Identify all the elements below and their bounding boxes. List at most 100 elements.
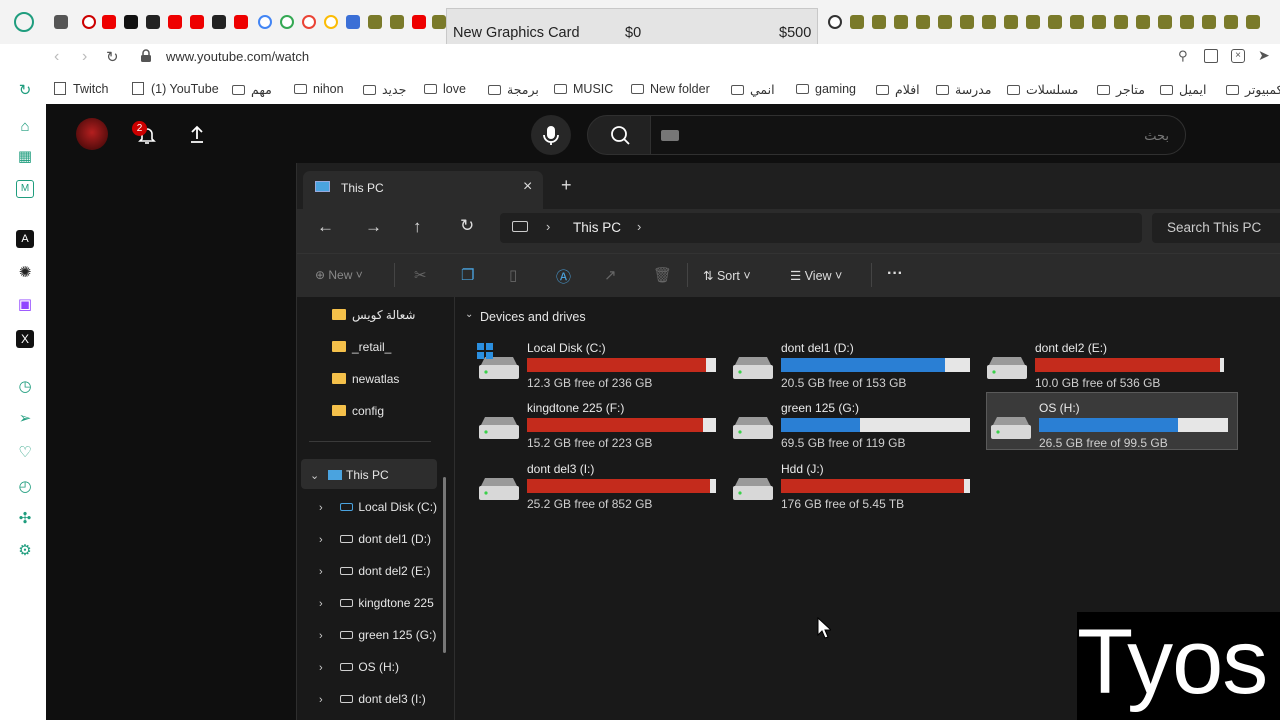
nav-drive[interactable]: › dont del2 (E:) bbox=[319, 564, 430, 578]
bookmark-folder[interactable]: افلام bbox=[876, 82, 920, 97]
tab-favicon-epic[interactable] bbox=[146, 15, 160, 29]
new-tab-icon[interactable]: + bbox=[561, 175, 572, 196]
delete-icon[interactable]: 🗑 bbox=[653, 266, 672, 284]
bookmark-twitch[interactable]: Twitch bbox=[54, 82, 108, 96]
bookmark-folder[interactable]: love bbox=[424, 82, 466, 96]
tab-favicon-r[interactable] bbox=[346, 15, 360, 29]
tab-favicon-google[interactable] bbox=[280, 15, 294, 29]
bookmark-folder[interactable]: ايميل bbox=[1160, 82, 1206, 97]
chevron-right-icon[interactable]: › bbox=[319, 502, 327, 514]
tab-favicon-youtube[interactable] bbox=[234, 15, 248, 29]
back-arrow-icon[interactable]: ← bbox=[317, 217, 334, 237]
nav-folder[interactable]: _retail_ bbox=[332, 340, 391, 354]
forward-icon[interactable]: › bbox=[82, 48, 87, 66]
tab-favicon-video[interactable] bbox=[894, 15, 908, 29]
chatgpt-icon[interactable]: ✺ bbox=[16, 264, 34, 282]
tab-favicon-video[interactable] bbox=[368, 15, 382, 29]
address-breadcrumb[interactable]: › This PC › bbox=[500, 213, 1142, 243]
drive-tile[interactable]: OS (H:) 26.5 GB free of 99.5 GB bbox=[986, 392, 1238, 450]
bookmark-folder[interactable]: gaming bbox=[796, 82, 856, 96]
tab-favicon-google[interactable] bbox=[302, 15, 316, 29]
drive-tile[interactable]: green 125 (G:) 69.5 GB free of 119 GB bbox=[729, 401, 979, 457]
bookmark-folder[interactable]: مدرسة bbox=[936, 82, 991, 97]
nav-folder[interactable]: config bbox=[332, 404, 384, 418]
nav-this-pc[interactable]: ⌄ This PC bbox=[310, 468, 389, 482]
chevron-right-icon[interactable]: › bbox=[319, 630, 327, 642]
tab-favicon-video[interactable] bbox=[1004, 15, 1018, 29]
more-options-icon[interactable]: ··· bbox=[887, 265, 903, 283]
bookmark-folder[interactable]: برمجة bbox=[488, 82, 539, 97]
nav-drive[interactable]: › green 125 (G:) bbox=[319, 628, 436, 642]
explorer-tab[interactable]: This PC × bbox=[303, 171, 543, 209]
nav-drive[interactable]: › OS (H:) bbox=[319, 660, 399, 674]
drive-tile[interactable]: kingdtone 225 (F:) 15.2 GB free of 223 GB bbox=[475, 401, 725, 457]
chevron-right-icon[interactable]: › bbox=[319, 598, 327, 610]
opera-logo-icon[interactable] bbox=[14, 12, 34, 32]
history-icon[interactable]: ↻ bbox=[16, 82, 34, 100]
reload-icon[interactable]: ↻ bbox=[106, 48, 119, 66]
breadcrumb-this-pc[interactable]: This PC bbox=[573, 220, 621, 235]
tab-favicon-video[interactable] bbox=[960, 15, 974, 29]
heart-icon[interactable]: ♡ bbox=[16, 444, 34, 462]
tab-favicon-video[interactable] bbox=[1136, 15, 1150, 29]
breadcrumb-chevron-icon[interactable]: › bbox=[637, 219, 641, 234]
m-app-icon[interactable]: M bbox=[16, 180, 34, 198]
tab-favicon-video[interactable] bbox=[1048, 15, 1062, 29]
tab-favicon-youtube[interactable] bbox=[412, 15, 426, 29]
clock-icon[interactable]: ◴ bbox=[16, 478, 34, 496]
up-arrow-icon[interactable]: ↑ bbox=[413, 217, 422, 237]
bookmark-folder[interactable]: nihon bbox=[294, 82, 344, 96]
breadcrumb-chevron-icon[interactable]: › bbox=[546, 219, 550, 234]
workspace-icon[interactable]: ⌂ bbox=[16, 118, 34, 136]
back-icon[interactable]: ‹ bbox=[54, 48, 59, 66]
chevron-right-icon[interactable]: › bbox=[319, 534, 327, 546]
tab-favicon-quora[interactable] bbox=[82, 15, 96, 29]
tab-favicon-video[interactable] bbox=[982, 15, 996, 29]
close-tab-icon[interactable]: × bbox=[523, 178, 532, 196]
paste-icon[interactable]: ▯ bbox=[509, 266, 517, 284]
app-icon[interactable]: A bbox=[16, 230, 34, 248]
chevron-down-icon[interactable]: ⌄ bbox=[310, 469, 319, 482]
tab-favicon-we[interactable] bbox=[212, 15, 226, 29]
tab-favicon-video[interactable] bbox=[432, 15, 446, 29]
bookmark-folder[interactable]: مهم bbox=[232, 82, 272, 97]
tab-favicon-video[interactable] bbox=[390, 15, 404, 29]
avatar[interactable] bbox=[76, 118, 108, 150]
bookmark-folder[interactable]: متاجر bbox=[1097, 82, 1145, 97]
nav-scrollbar[interactable] bbox=[443, 477, 446, 653]
tab-favicon-google[interactable] bbox=[258, 15, 272, 29]
close-box-icon[interactable]: × bbox=[1231, 49, 1245, 63]
chevron-right-icon[interactable]: › bbox=[319, 566, 327, 578]
drive-tile[interactable]: Local Disk (C:) 12.3 GB free of 236 GB bbox=[475, 341, 725, 397]
voice-search-button[interactable] bbox=[531, 115, 571, 155]
sort-button[interactable]: ⇅ Sort ˅ bbox=[703, 268, 751, 283]
tab-favicon-youtube[interactable] bbox=[168, 15, 182, 29]
chevron-right-icon[interactable]: › bbox=[319, 694, 327, 706]
send-icon[interactable]: ➤ bbox=[1258, 47, 1270, 64]
tab-favicon-notion[interactable] bbox=[124, 15, 138, 29]
cut-icon[interactable]: ✂ bbox=[414, 266, 427, 284]
bookmark-youtube[interactable]: (1) YouTube bbox=[132, 82, 219, 96]
section-collapse-icon[interactable]: ⌄ bbox=[465, 309, 473, 320]
extensions-icon[interactable]: ✣ bbox=[16, 510, 34, 528]
tab-favicon-video[interactable] bbox=[938, 15, 952, 29]
refresh-icon[interactable]: ↻ bbox=[460, 216, 474, 236]
settings-icon[interactable]: ⚙ bbox=[16, 542, 34, 560]
nav-drive[interactable]: › Local Disk (C:) bbox=[319, 500, 437, 514]
bookmark-folder[interactable]: New folder bbox=[631, 82, 710, 96]
bookmark-folder[interactable]: انمي bbox=[731, 82, 775, 97]
drive-tile[interactable]: dont del1 (D:) 20.5 GB free of 153 GB bbox=[729, 341, 979, 397]
tab-favicon-video[interactable] bbox=[1114, 15, 1128, 29]
tab-favicon-video[interactable] bbox=[1246, 15, 1260, 29]
view-button[interactable]: ☰ View ˅ bbox=[790, 268, 842, 283]
tab-favicon-video[interactable] bbox=[850, 15, 864, 29]
bookmark-folder[interactable]: جديد bbox=[363, 82, 406, 97]
pin-icon[interactable]: ⚲ bbox=[1178, 48, 1188, 64]
tab-favicon-video[interactable] bbox=[1070, 15, 1084, 29]
tab-favicon-google[interactable] bbox=[324, 15, 338, 29]
bookmark-folder[interactable]: كمبيوتر bbox=[1226, 82, 1280, 97]
copy-icon[interactable]: ❐ bbox=[461, 266, 474, 284]
send-icon[interactable]: ➢ bbox=[16, 410, 34, 428]
tab-favicon-video[interactable] bbox=[1224, 15, 1238, 29]
tab-favicon-video[interactable] bbox=[1202, 15, 1216, 29]
